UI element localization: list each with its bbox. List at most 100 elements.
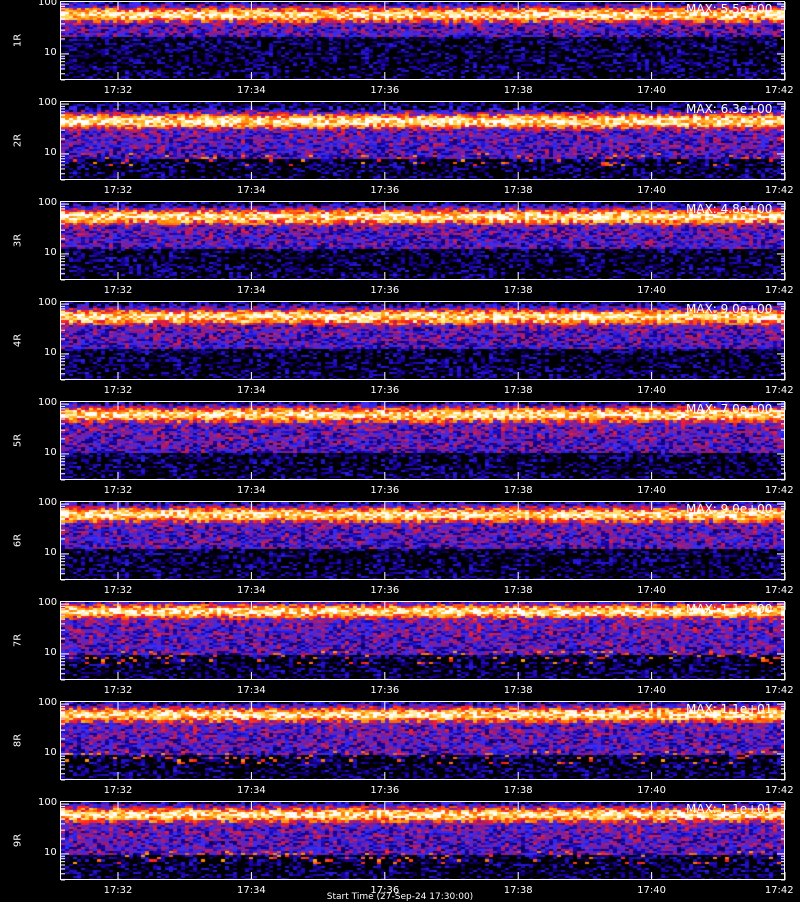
x-tick-label: 17:40 [637,185,667,196]
x-tick-label: 17:40 [637,85,667,96]
panel-8r: 8R 100 10 17:32 17:34 17:36 17:38 17:40 17:42 MAX… [0,697,800,800]
panel-4r: 4R 100 10 17:32 17:34 17:36 17:38 17:40 17:42 MAX… [0,297,800,400]
heatmap [61,2,785,80]
x-tick-label: 17:34 [236,285,266,296]
y-tick-label: 100 [38,797,58,809]
max-value-label: MAX: 1.1e+01 [686,802,773,816]
x-tick-label: 17:42 [764,285,794,296]
x-tick-label: 17:32 [103,185,133,196]
y-tick-label: 100 [38,497,58,509]
x-tick-label: 17:38 [503,85,533,96]
y-tick-label: 10 [44,246,57,258]
y-tick-label: 10 [44,146,57,158]
heatmap [61,602,785,680]
y-tick-label: 100 [38,697,58,709]
y-tick-label: 100 [38,197,58,209]
max-value-label: MAX: 1.1e+01 [686,702,773,716]
x-tick-label: 17:34 [236,485,266,496]
panel-6r: 6R 100 10 17:32 17:34 17:36 17:38 17:40 17:42 MAX… [0,497,800,600]
max-value-label: MAX: 4.8e+00 [686,202,773,216]
x-tick-label: 17:36 [370,385,400,396]
x-tick-label: 17:34 [236,585,266,596]
y-axis-label: 9R [12,833,24,848]
x-tick-label: 17:36 [370,285,400,296]
y-tick-label: 10 [44,346,57,358]
y-axis-label: 8R [12,733,24,748]
max-value-label: MAX: 7.0e+00 [686,402,773,416]
x-tick-label: 17:32 [103,685,133,696]
x-tick-label: 17:38 [503,485,533,496]
heatmap [61,302,785,380]
max-value-label: MAX: 6.3e+00 [686,102,773,116]
x-tick-label: 17:38 [503,185,533,196]
x-tick-label: 17:36 [370,485,400,496]
x-tick-label: 17:42 [764,485,794,496]
max-value-label: MAX: 5.5e+00 [686,2,773,16]
x-tick-label: 17:32 [103,85,133,96]
x-tick-label: 17:40 [637,785,667,796]
y-tick-label: 10 [44,46,57,58]
x-tick-label: 17:32 [103,385,133,396]
x-tick-label: 17:38 [503,685,533,696]
x-tick-label: 17:36 [370,85,400,96]
x-tick-label: 17:42 [764,585,794,596]
y-tick-label: 100 [38,597,58,609]
y-tick-label: 10 [44,546,57,558]
x-tick-label: 17:40 [637,485,667,496]
x-tick-label: 17:32 [103,485,133,496]
heatmap [61,702,785,780]
x-tick-label: 17:32 [103,785,133,796]
panel-9r: 9R 100 10 17:32 17:34 17:36 17:38 17:40 17:42 MAX… [0,797,800,900]
x-tick-label: 17:40 [637,385,667,396]
x-tick-label: 17:36 [370,785,400,796]
y-axis-label: 7R [12,633,24,648]
y-axis-label: 4R [12,333,24,348]
x-tick-label: 17:42 [764,685,794,696]
y-tick-label: 10 [44,446,57,458]
y-tick-label: 10 [44,746,57,758]
heatmap [61,102,785,180]
x-tick-label: 17:42 [764,185,794,196]
y-axis-label: 6R [12,533,24,548]
y-tick-label: 10 [44,846,57,858]
x-tick-label: 17:34 [236,85,266,96]
y-tick-label: 100 [38,97,58,109]
max-value-label: MAX: 1.1e+00 [686,602,773,616]
x-tick-label: 17:38 [503,285,533,296]
x-tick-label: 17:32 [103,585,133,596]
x-tick-label: 17:36 [370,585,400,596]
x-tick-label: 17:42 [764,785,794,796]
x-tick-label: 17:42 [764,385,794,396]
x-tick-label: 17:36 [370,185,400,196]
heatmap [61,202,785,280]
x-tick-label: 17:38 [503,385,533,396]
y-axis-label: 5R [12,433,24,448]
x-tick-label: 17:40 [637,685,667,696]
x-tick-label: 17:34 [236,785,266,796]
max-value-label: MAX: 9.0e+00 [686,302,773,316]
max-value-label: MAX: 9.0e+00 [686,502,773,516]
x-tick-label: 17:40 [637,285,667,296]
panel-1r: 1R 100 10 17:32 17:34 17:36 17:38 17:40 17:42 MAX… [0,0,800,100]
panel-7r: 7R 100 10 17:32 17:34 17:36 17:38 17:40 17:42 MAX… [0,597,800,700]
y-tick-label: 100 [38,397,58,409]
x-tick-label: 17:34 [236,385,266,396]
x-tick-label: 17:42 [764,85,794,96]
x-tick-label: 17:34 [236,185,266,196]
y-axis-label: 3R [12,233,24,248]
x-tick-label: 17:36 [370,685,400,696]
y-tick-label: 100 [38,0,58,9]
y-axis-label: 2R [12,133,24,148]
heatmap [61,502,785,580]
y-tick-label: 100 [38,297,58,309]
panel-2r: 2R 100 10 17:32 17:34 17:36 17:38 17:40 17:42 MAX… [0,97,800,200]
panel-5r: 5R 100 10 17:32 17:34 17:36 17:38 17:40 17:42 MAX… [0,397,800,500]
y-axis-label: 1R [12,33,24,48]
x-tick-label: 17:32 [103,285,133,296]
heatmap [61,402,785,480]
heatmap [61,802,785,880]
y-tick-label: 10 [44,646,57,658]
x-tick-label: 17:38 [503,585,533,596]
panel-3r: 3R 100 10 17:32 17:34 17:36 17:38 17:40 17:42 MAX… [0,197,800,300]
footer-start-time: Start Time (27-Sep-24 17:30:00) [326,892,474,902]
